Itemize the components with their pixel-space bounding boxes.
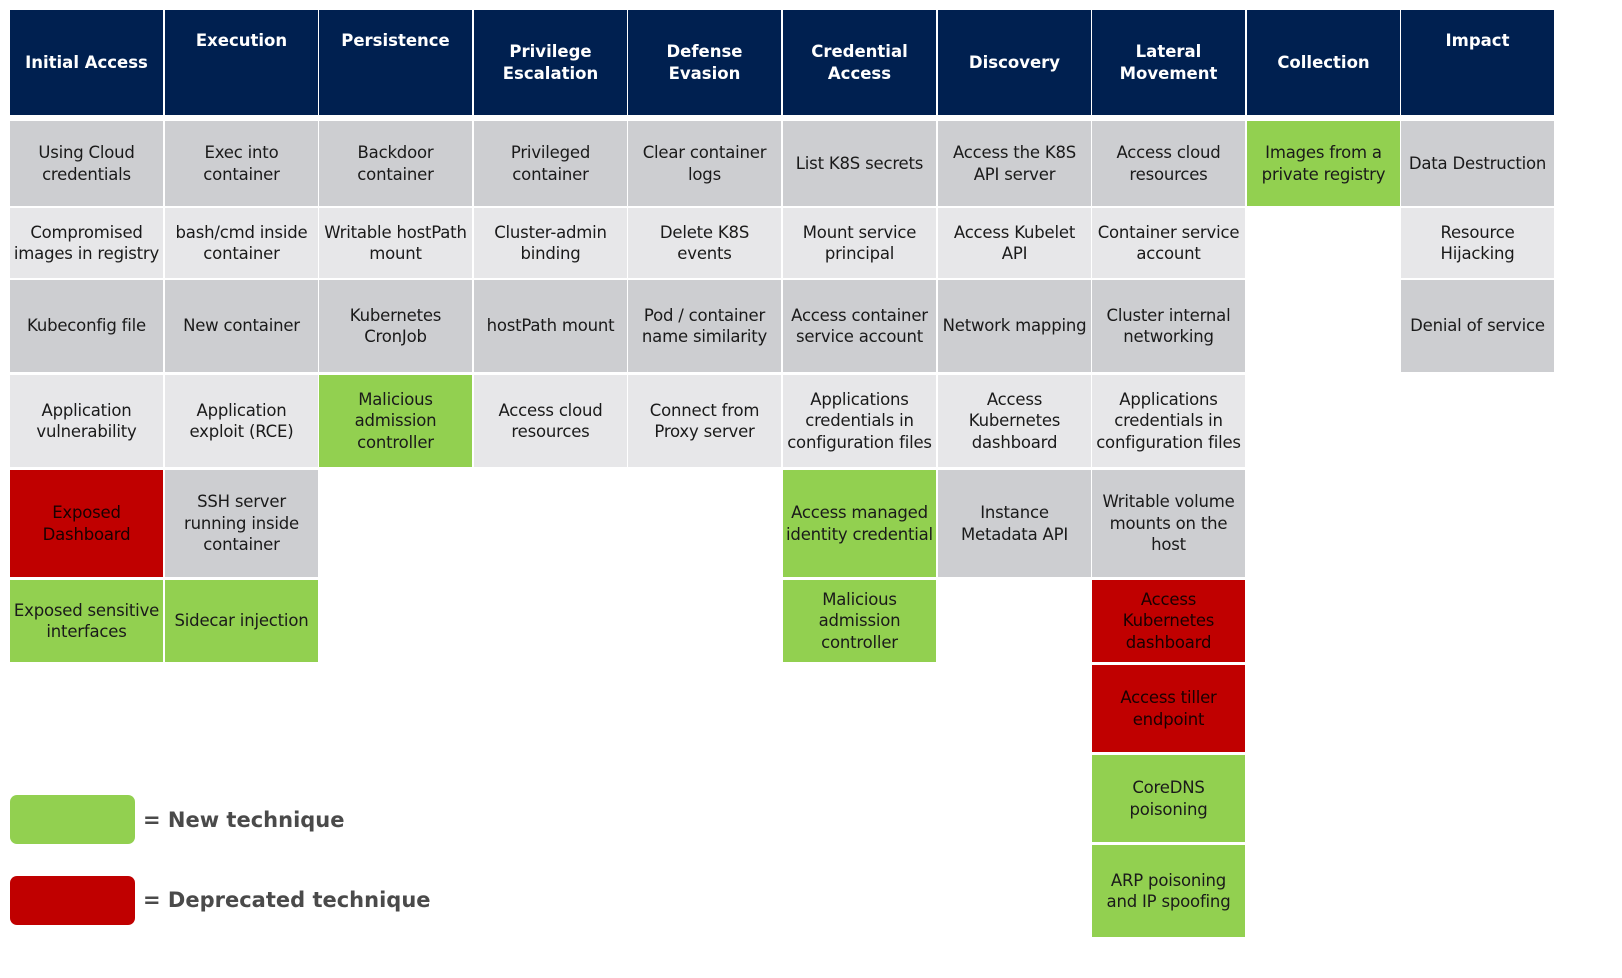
technique-cell: Access managed identity credential (783, 470, 936, 577)
technique-cell: Access cloud resources (474, 375, 627, 467)
technique-cell: Application exploit (RCE) (165, 375, 318, 467)
technique-cell: Network mapping (938, 280, 1091, 372)
legend-label-deprecated: = Deprecated technique (143, 888, 431, 912)
technique-cell: Application vulnerability (10, 375, 163, 467)
column-header-impact: Impact (1401, 10, 1554, 115)
column-header-lateral-movement: Lateral Movement (1092, 10, 1245, 115)
technique-cell: Pod / container name similarity (628, 280, 781, 372)
technique-cell: Access tiller endpoint (1092, 665, 1245, 752)
technique-cell: Exposed sensitive interfaces (10, 580, 163, 662)
technique-cell: Applications credentials in configuratio… (1092, 375, 1245, 467)
technique-cell: Connect from Proxy server (628, 375, 781, 467)
technique-cell: Sidecar injection (165, 580, 318, 662)
legend-swatch-deprecated (10, 876, 135, 925)
technique-cell: Kubernetes CronJob (319, 280, 472, 372)
technique-cell: Backdoor container (319, 121, 472, 206)
technique-cell: Access the K8S API server (938, 121, 1091, 206)
technique-cell: List K8S secrets (783, 121, 936, 206)
technique-cell: hostPath mount (474, 280, 627, 372)
technique-cell: Access container service account (783, 280, 936, 372)
column-header-collection: Collection (1247, 10, 1400, 115)
technique-cell: SSH server running inside container (165, 470, 318, 577)
technique-cell: Exec into container (165, 121, 318, 206)
technique-cell: Writable volume mounts on the host (1092, 470, 1245, 577)
technique-cell: Cluster-admin binding (474, 208, 627, 278)
technique-cell: CoreDNS poisoning (1092, 755, 1245, 842)
column-header-privilege-escalation: Privilege Escalation (474, 10, 627, 115)
technique-cell: Cluster internal networking (1092, 280, 1245, 372)
technique-cell: Privileged container (474, 121, 627, 206)
technique-cell: Access Kubernetes dashboard (938, 375, 1091, 467)
technique-cell: Resource Hijacking (1401, 208, 1554, 278)
technique-cell: Exposed Dashboard (10, 470, 163, 577)
technique-cell: Denial of service (1401, 280, 1554, 372)
technique-cell: Container service account (1092, 208, 1245, 278)
column-header-persistence: Persistence (319, 10, 472, 115)
technique-cell: Compromised images in registry (10, 208, 163, 278)
technique-cell: Kubeconfig file (10, 280, 163, 372)
technique-cell: Applications credentials in configuratio… (783, 375, 936, 467)
legend-swatch-new (10, 795, 135, 844)
technique-cell: ARP poisoning and IP spoofing (1092, 845, 1245, 937)
technique-cell: Clear container logs (628, 121, 781, 206)
column-header-discovery: Discovery (938, 10, 1091, 115)
technique-cell: Images from a private registry (1247, 121, 1400, 206)
technique-cell: Data Destruction (1401, 121, 1554, 206)
technique-cell: Instance Metadata API (938, 470, 1091, 577)
technique-cell: Access Kubernetes dashboard (1092, 580, 1245, 662)
column-header-initial-access: Initial Access (10, 10, 163, 115)
technique-cell: Access cloud resources (1092, 121, 1245, 206)
column-header-defense-evasion: Defense Evasion (628, 10, 781, 115)
technique-cell: Malicious admission controller (319, 375, 472, 467)
technique-cell: New container (165, 280, 318, 372)
column-header-credential-access: Credential Access (783, 10, 936, 115)
technique-cell: Using Cloud credentials (10, 121, 163, 206)
technique-cell: bash/cmd inside container (165, 208, 318, 278)
technique-cell: Access Kubelet API (938, 208, 1091, 278)
technique-cell: Malicious admission controller (783, 580, 936, 662)
column-header-execution: Execution (165, 10, 318, 115)
legend-label-new: = New technique (143, 808, 345, 832)
technique-cell: Mount service principal (783, 208, 936, 278)
technique-cell: Delete K8S events (628, 208, 781, 278)
technique-cell: Writable hostPath mount (319, 208, 472, 278)
